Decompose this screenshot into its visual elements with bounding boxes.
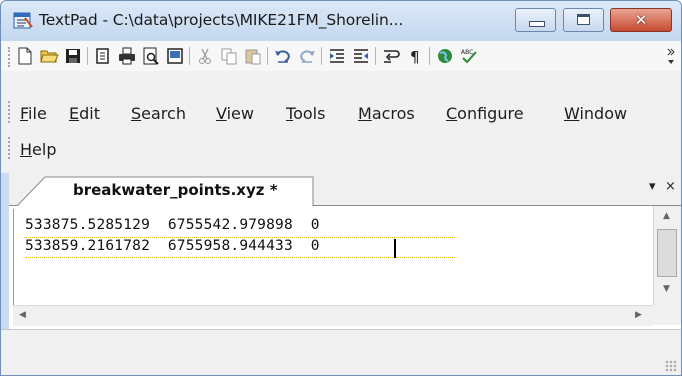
redo-icon[interactable] xyxy=(297,46,317,66)
menu-search[interactable]: Search xyxy=(131,104,186,123)
vertical-scroll-thumb[interactable] xyxy=(657,229,677,277)
menu-view[interactable]: View xyxy=(216,104,254,123)
menu-macros[interactable]: Macros xyxy=(358,104,415,123)
paste-icon[interactable] xyxy=(243,46,263,66)
scroll-down-icon[interactable]: ▼ xyxy=(663,284,670,294)
textpad-window: TextPad - C:\data\projects\MIKE21FM_Shor… xyxy=(0,0,682,376)
close-button[interactable]: ✕ xyxy=(610,8,672,32)
toolbar-overflow-icon[interactable] xyxy=(661,46,675,66)
svg-text:¶: ¶ xyxy=(410,48,420,66)
scroll-right-icon[interactable]: ▶ xyxy=(635,310,642,320)
tab-label: breakwater_points.xyz * xyxy=(73,181,278,199)
menu-configure[interactable]: Configure xyxy=(446,104,524,123)
vertical-scrollbar[interactable]: ▲ ▼ xyxy=(653,206,681,308)
maximize-button[interactable] xyxy=(563,8,604,32)
save-all-icon[interactable] xyxy=(93,46,113,66)
resize-grip-icon[interactable] xyxy=(665,360,677,372)
minimize-button[interactable] xyxy=(515,8,556,32)
document-tab-bar: breakwater_points.xyz * ▾ × xyxy=(9,173,681,206)
print-icon[interactable] xyxy=(117,46,137,66)
status-bar xyxy=(1,329,681,375)
cut-icon[interactable] xyxy=(195,46,215,66)
web-icon[interactable] xyxy=(435,46,455,66)
outdent-icon[interactable] xyxy=(351,46,371,66)
toolbar-grip[interactable] xyxy=(8,47,12,67)
maximize-icon xyxy=(577,14,590,25)
textpad-app-icon[interactable] xyxy=(13,12,33,30)
tab-close-icon[interactable]: × xyxy=(665,179,676,194)
word-wrap-icon[interactable] xyxy=(381,46,401,66)
window-title: TextPad - C:\data\projects\MIKE21FM_Shor… xyxy=(39,11,404,29)
menu-grip[interactable] xyxy=(8,137,12,159)
toolbar-separator xyxy=(87,47,88,65)
horizontal-scrollbar[interactable]: ◀ ▶ xyxy=(13,305,653,326)
print-preview-icon[interactable] xyxy=(141,46,161,66)
menu-grip[interactable] xyxy=(8,101,12,123)
tab-breakwater-points[interactable]: breakwater_points.xyz * xyxy=(17,176,317,206)
standard-toolbar: ¶ ABC xyxy=(1,41,681,71)
close-icon: ✕ xyxy=(634,11,648,29)
toolbar-separator xyxy=(189,47,190,65)
menu-edit[interactable]: Edit xyxy=(69,104,100,123)
menu-window[interactable]: Window xyxy=(564,104,627,123)
toolbar-separator xyxy=(375,47,376,65)
menu-bar: File Edit Search View Tools Macros Confi… xyxy=(1,71,681,173)
save-icon[interactable] xyxy=(63,46,83,66)
scroll-left-icon[interactable]: ◀ xyxy=(19,310,26,320)
undo-icon[interactable] xyxy=(273,46,293,66)
toolbar-separator xyxy=(267,47,268,65)
svg-text:ABC: ABC xyxy=(461,49,473,56)
toolbar-separator xyxy=(321,47,322,65)
new-file-icon[interactable] xyxy=(15,46,35,66)
title-bar[interactable]: TextPad - C:\data\projects\MIKE21FM_Shor… xyxy=(1,1,681,41)
pilcrow-icon[interactable]: ¶ xyxy=(405,46,425,66)
scrollbar-corner xyxy=(653,305,681,325)
menu-help[interactable]: Help xyxy=(20,140,56,159)
indent-icon[interactable] xyxy=(327,46,347,66)
menu-row-2: Help xyxy=(1,133,681,166)
menu-tools[interactable]: Tools xyxy=(286,104,325,123)
toolbar-separator xyxy=(429,47,430,65)
scroll-up-icon[interactable]: ▲ xyxy=(663,211,670,221)
tab-list-dropdown-icon[interactable]: ▾ xyxy=(649,179,656,194)
document-properties-icon[interactable] xyxy=(165,46,185,66)
copy-icon[interactable] xyxy=(219,46,239,66)
spell-check-icon[interactable]: ABC xyxy=(459,46,479,66)
menu-file[interactable]: File xyxy=(20,104,47,123)
open-folder-icon[interactable] xyxy=(39,46,59,66)
menu-row-1: File Edit Search View Tools Macros Confi… xyxy=(1,97,681,130)
minimize-icon xyxy=(529,21,545,27)
